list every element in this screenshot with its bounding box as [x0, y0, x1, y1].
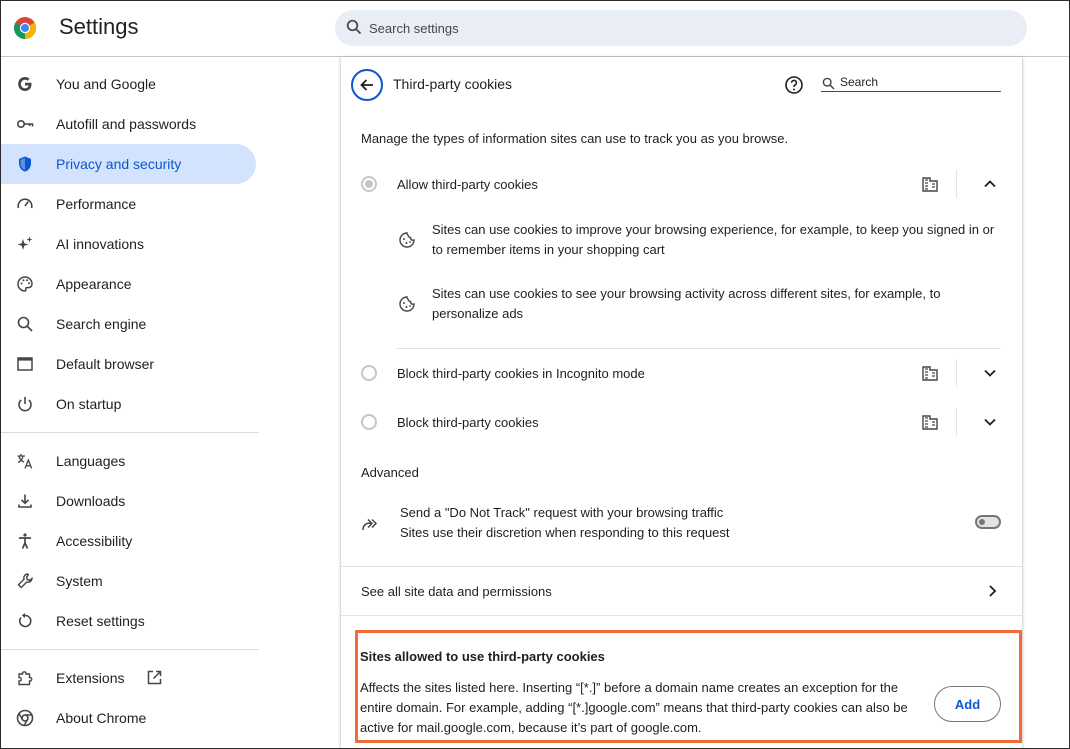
sidebar-item-label: Default browser: [56, 356, 155, 372]
sidebar-item-accessibility[interactable]: Accessibility: [1, 521, 256, 561]
add-site-button[interactable]: Add: [934, 686, 1001, 722]
settings-search-box[interactable]: [335, 10, 1027, 46]
google-g-icon: [18, 77, 32, 91]
advanced-heading: Advanced: [361, 465, 419, 480]
translate-icon: [17, 454, 33, 469]
sidebar-item-downloads[interactable]: Downloads: [1, 481, 256, 521]
speedometer-icon: [17, 198, 33, 209]
page-search-field[interactable]: [821, 74, 1001, 92]
managed-by-organization-icon: [922, 366, 938, 381]
sidebar-item-label: System: [56, 573, 103, 589]
page-title: Third-party cookies: [393, 76, 513, 92]
sidebar-item-extensions[interactable]: Extensions: [1, 658, 256, 698]
divider: [397, 348, 1001, 349]
sidebar-item-ai-innovations[interactable]: AI innovations: [1, 224, 256, 264]
sidebar-item-reset-settings[interactable]: Reset settings: [1, 601, 256, 641]
sidebar-divider: [1, 649, 259, 650]
divider: [341, 615, 1022, 616]
see-all-label: See all site data and permissions: [361, 584, 552, 599]
option-label: Allow third-party cookies: [397, 177, 538, 192]
search-icon: [17, 316, 33, 332]
separator: [956, 408, 957, 436]
app-title: Settings: [59, 14, 139, 39]
sidebar-item-system[interactable]: System: [1, 561, 256, 601]
page-description: Manage the types of information sites ca…: [361, 131, 789, 146]
search-icon: [822, 77, 835, 90]
sidebar-item-appearance[interactable]: Appearance: [1, 264, 256, 304]
settings-window: Settings You and Google Autofill: [0, 0, 1070, 749]
sidebar-item-label: On startup: [56, 396, 122, 412]
download-icon: [18, 494, 32, 508]
reset-icon: [18, 613, 32, 628]
open-in-new-icon: [147, 670, 162, 685]
search-icon: [346, 19, 362, 35]
allowed-sites-title: Sites allowed to use third-party cookies: [360, 649, 605, 664]
chrome-icon: [16, 709, 34, 727]
back-button[interactable]: [351, 69, 383, 101]
palette-icon: [17, 276, 33, 292]
sidebar-item-default-browser[interactable]: Default browser: [1, 344, 256, 384]
sidebar-item-label: About Chrome: [56, 710, 147, 726]
do-not-track-subtitle: Sites use their discretion when respondi…: [400, 525, 730, 540]
sidebar-divider: [1, 432, 259, 433]
managed-by-organization-icon: [922, 177, 938, 192]
sidebar-item-search-engine[interactable]: Search engine: [1, 304, 256, 344]
shield-icon: [19, 156, 31, 172]
see-all-site-data-link[interactable]: See all site data and permissions: [341, 567, 1022, 615]
key-icon: [16, 120, 34, 129]
sidebar-item-label: Performance: [56, 196, 137, 212]
chevron-down-icon[interactable]: [979, 362, 1001, 384]
sidebar-item-label: Reset settings: [56, 613, 145, 629]
sidebar-item-label: Extensions: [56, 670, 125, 686]
option-label: Block third-party cookies in Incognito m…: [397, 366, 645, 381]
allowed-sites-description: Affects the sites listed here. Inserting…: [360, 680, 908, 735]
sidebar-item-label: Appearance: [56, 276, 132, 292]
allow-detail-text: Sites can use cookies to improve your br…: [432, 222, 995, 257]
block-third-party-cookies-radio[interactable]: [361, 414, 377, 430]
do-not-track-title: Send a "Do Not Track" request with your …: [400, 505, 724, 520]
managed-by-organization-icon: [922, 415, 938, 430]
page-search-input[interactable]: [840, 74, 998, 90]
accessibility-icon: [19, 533, 31, 549]
separator: [956, 170, 957, 198]
wrench-icon: [17, 573, 33, 589]
sidebar-item-label: Downloads: [56, 493, 126, 509]
do-not-track-toggle[interactable]: [975, 515, 1001, 529]
sidebar-item-label: Languages: [56, 453, 126, 469]
chevron-up-icon[interactable]: [979, 173, 1001, 195]
separator: [956, 359, 957, 387]
top-bar: Settings: [1, 1, 1069, 57]
sidebar-item-label: Accessibility: [56, 533, 133, 549]
sidebar-item-performance[interactable]: Performance: [1, 184, 256, 224]
option-label: Block third-party cookies: [397, 415, 539, 430]
sidebar-item-label: Search engine: [56, 316, 147, 332]
sidebar-item-label: You and Google: [56, 76, 156, 92]
cookie-icon: [399, 232, 415, 248]
sparkle-icon: [17, 236, 33, 250]
sidebar-item-privacy-and-security[interactable]: Privacy and security: [1, 144, 256, 184]
allow-detail-text: Sites can use cookies to see your browsi…: [432, 286, 941, 321]
chevron-down-icon[interactable]: [979, 411, 1001, 433]
power-icon: [18, 397, 32, 412]
sidebar-item-languages[interactable]: Languages: [1, 441, 256, 481]
help-icon[interactable]: [784, 75, 804, 95]
chrome-logo-icon: [14, 17, 36, 39]
sidebar-item-about-chrome[interactable]: About Chrome: [1, 698, 256, 738]
block-incognito-radio[interactable]: [361, 365, 377, 381]
sidebar-item-you-and-google[interactable]: You and Google: [1, 64, 256, 104]
sidebar-item-label: Privacy and security: [56, 156, 182, 172]
allow-third-party-cookies-radio[interactable]: [361, 176, 377, 192]
sidebar-item-label: Autofill and passwords: [56, 116, 197, 132]
search-input[interactable]: [369, 10, 1009, 46]
chevron-right-icon: [989, 585, 997, 597]
sidebar-item-on-startup[interactable]: On startup: [1, 384, 256, 424]
sidebar: You and Google Autofill and passwords Pr…: [1, 57, 261, 748]
arrow-back-icon: [360, 79, 373, 91]
sidebar-item-label: AI innovations: [56, 236, 144, 252]
puzzle-icon: [18, 671, 33, 686]
cookie-icon: [399, 296, 415, 312]
browser-window-icon: [17, 357, 33, 371]
sidebar-item-autofill[interactable]: Autofill and passwords: [1, 104, 256, 144]
do-not-track-icon: [362, 518, 378, 531]
